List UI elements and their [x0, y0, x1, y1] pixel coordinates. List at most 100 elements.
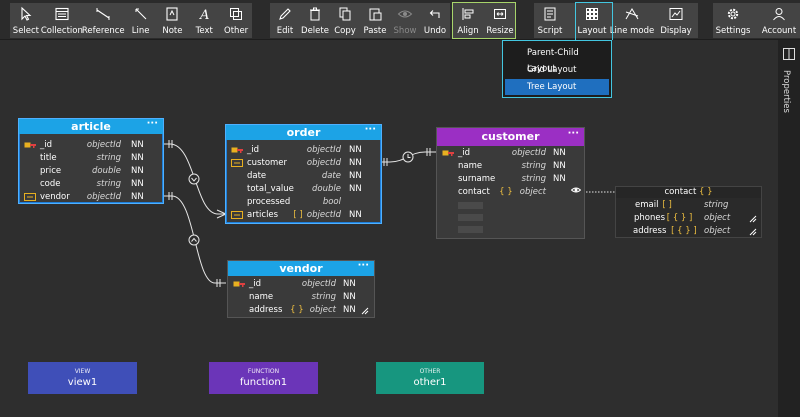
subdocument-field-row[interactable]: phones[ { } ] object	[616, 212, 761, 225]
field-type: objectId	[306, 210, 341, 220]
expand-icon[interactable]	[749, 215, 757, 223]
menu-item-parent-child-layout[interactable]: Parent-Child Layout	[505, 45, 609, 74]
field-not-null: NN	[349, 171, 362, 181]
field-not-null: NN	[553, 161, 566, 171]
field-row[interactable]: _id objectId NN	[228, 278, 374, 291]
primary-key-icon	[442, 150, 454, 156]
collection-order[interactable]: order ··· _id objectId NN customer objectId N…	[225, 124, 382, 224]
collection-title: order	[286, 126, 321, 139]
collection-title: vendor	[279, 262, 323, 275]
panel-toggle-icon[interactable]	[783, 48, 795, 60]
field-row[interactable]: code string NN	[19, 178, 163, 191]
field-not-null: NN	[131, 179, 144, 189]
expand-icon[interactable]	[361, 307, 369, 315]
collection-menu-icon[interactable]: ···	[358, 258, 369, 273]
field-row[interactable]: contact { } object	[437, 186, 584, 199]
collection-menu-icon[interactable]: ···	[147, 116, 158, 131]
field-row[interactable]: vendor objectId NN	[19, 191, 163, 204]
subdocument-bracket: { }	[698, 187, 713, 197]
field-type: string	[521, 174, 546, 184]
field-row[interactable]: title string NN	[19, 152, 163, 165]
field-name: _id	[247, 145, 260, 155]
field-type: object	[519, 187, 546, 197]
field-name: articles	[247, 210, 279, 220]
field-bracket: [ ]	[293, 210, 303, 220]
field-bracket: [ ]	[662, 200, 672, 210]
subdocument-contact[interactable]: contact { } email[ ] string phones[ { } ] o…	[615, 186, 762, 238]
expand-icon[interactable]	[749, 228, 757, 236]
edge-marker[interactable]	[402, 151, 414, 163]
field-not-null: NN	[131, 140, 144, 150]
properties-label[interactable]: Properties	[781, 70, 791, 113]
edge-marker[interactable]	[188, 173, 200, 185]
collection-title: article	[71, 120, 111, 133]
field-type: objectId	[86, 192, 121, 202]
field-bracket: { }	[290, 305, 304, 315]
field-not-null: NN	[349, 158, 362, 168]
field-name: surname	[458, 174, 496, 184]
field-row[interactable]: processed bool	[226, 196, 381, 209]
placeholder-line	[458, 226, 483, 233]
field-row[interactable]: name string NN	[437, 160, 584, 173]
placeholder-line	[458, 214, 483, 221]
field-row[interactable]: address { } object NN	[228, 304, 374, 317]
field-row[interactable]: surname string NN	[437, 173, 584, 186]
collection-menu-icon[interactable]: ···	[568, 125, 579, 143]
field-row[interactable]: _id objectId NN	[437, 147, 584, 160]
field-row[interactable]: total_value double NN	[226, 183, 381, 196]
field-not-null: NN	[553, 174, 566, 184]
subdocument-field-row[interactable]: address [ { } ] object	[616, 225, 761, 238]
collection-header[interactable]: customer ···	[437, 128, 584, 146]
object-name: view1	[67, 377, 98, 388]
field-type: object	[309, 305, 336, 315]
field-not-null: NN	[343, 292, 356, 302]
edge-marker[interactable]	[188, 234, 200, 246]
collection-header[interactable]: vendor ···	[228, 258, 374, 276]
field-name: contact	[458, 187, 490, 197]
menu-item-grid-layout[interactable]: Grid Layout	[505, 62, 609, 78]
field-not-null: NN	[131, 153, 144, 163]
field-name: date	[247, 171, 267, 181]
object-name: other1	[413, 377, 447, 388]
field-name: _id	[40, 140, 53, 150]
field-name: _id	[458, 148, 471, 158]
field-row[interactable]: _id objectId NN	[226, 144, 381, 157]
foreign-key-icon	[231, 159, 243, 167]
collection-title: customer	[481, 130, 540, 143]
field-row[interactable]: date date NN	[226, 170, 381, 183]
field-bracket: [ { } ]	[666, 213, 693, 223]
field-name: phones	[634, 213, 666, 223]
properties-panel-tab[interactable]: Properties	[778, 40, 800, 417]
field-type: string	[521, 161, 546, 171]
field-name: customer	[247, 158, 288, 168]
subdocument-title: contact	[664, 187, 697, 197]
collection-menu-icon[interactable]: ···	[365, 122, 376, 137]
menu-item-tree-layout[interactable]: Tree Layout	[505, 79, 609, 95]
field-row[interactable]: _id objectId NN	[19, 139, 163, 152]
foreign-key-icon	[24, 193, 36, 201]
collection-vendor[interactable]: vendor ··· _id objectId NN name string NN addr…	[227, 260, 375, 318]
field-type: string	[96, 179, 121, 189]
subdocument-field-row[interactable]: email[ ] string	[616, 199, 761, 212]
field-row[interactable]: customer objectId NN	[226, 157, 381, 170]
field-row[interactable]: articles [ ] objectId NN	[226, 209, 381, 222]
function-object[interactable]: FUNCTION function1	[209, 362, 318, 394]
object-type-label: VIEW	[74, 368, 91, 375]
view-object[interactable]: VIEW view1	[28, 362, 137, 394]
field-row[interactable]: name string NN	[228, 291, 374, 304]
other-object[interactable]: OTHER other1	[376, 362, 484, 394]
field-row[interactable]: price double NN	[19, 165, 163, 178]
layout-menu: Parent-Child Layout Grid Layout Tree Lay…	[502, 40, 612, 98]
collection-header[interactable]: article ···	[19, 116, 163, 134]
field-type: string	[704, 200, 729, 210]
collection-header[interactable]: order ···	[226, 122, 381, 140]
primary-key-icon	[24, 142, 36, 148]
primary-key-icon	[233, 281, 245, 287]
collection-article[interactable]: article ··· _id objectId NN title string NN pr…	[18, 118, 164, 204]
field-name: name	[249, 292, 274, 302]
field-name: code	[40, 179, 61, 189]
field-name: email	[635, 200, 659, 210]
collection-customer[interactable]: customer ··· _id objectId NN name string NN su…	[436, 127, 585, 239]
field-not-null: NN	[343, 279, 356, 289]
field-type: double	[92, 166, 121, 176]
